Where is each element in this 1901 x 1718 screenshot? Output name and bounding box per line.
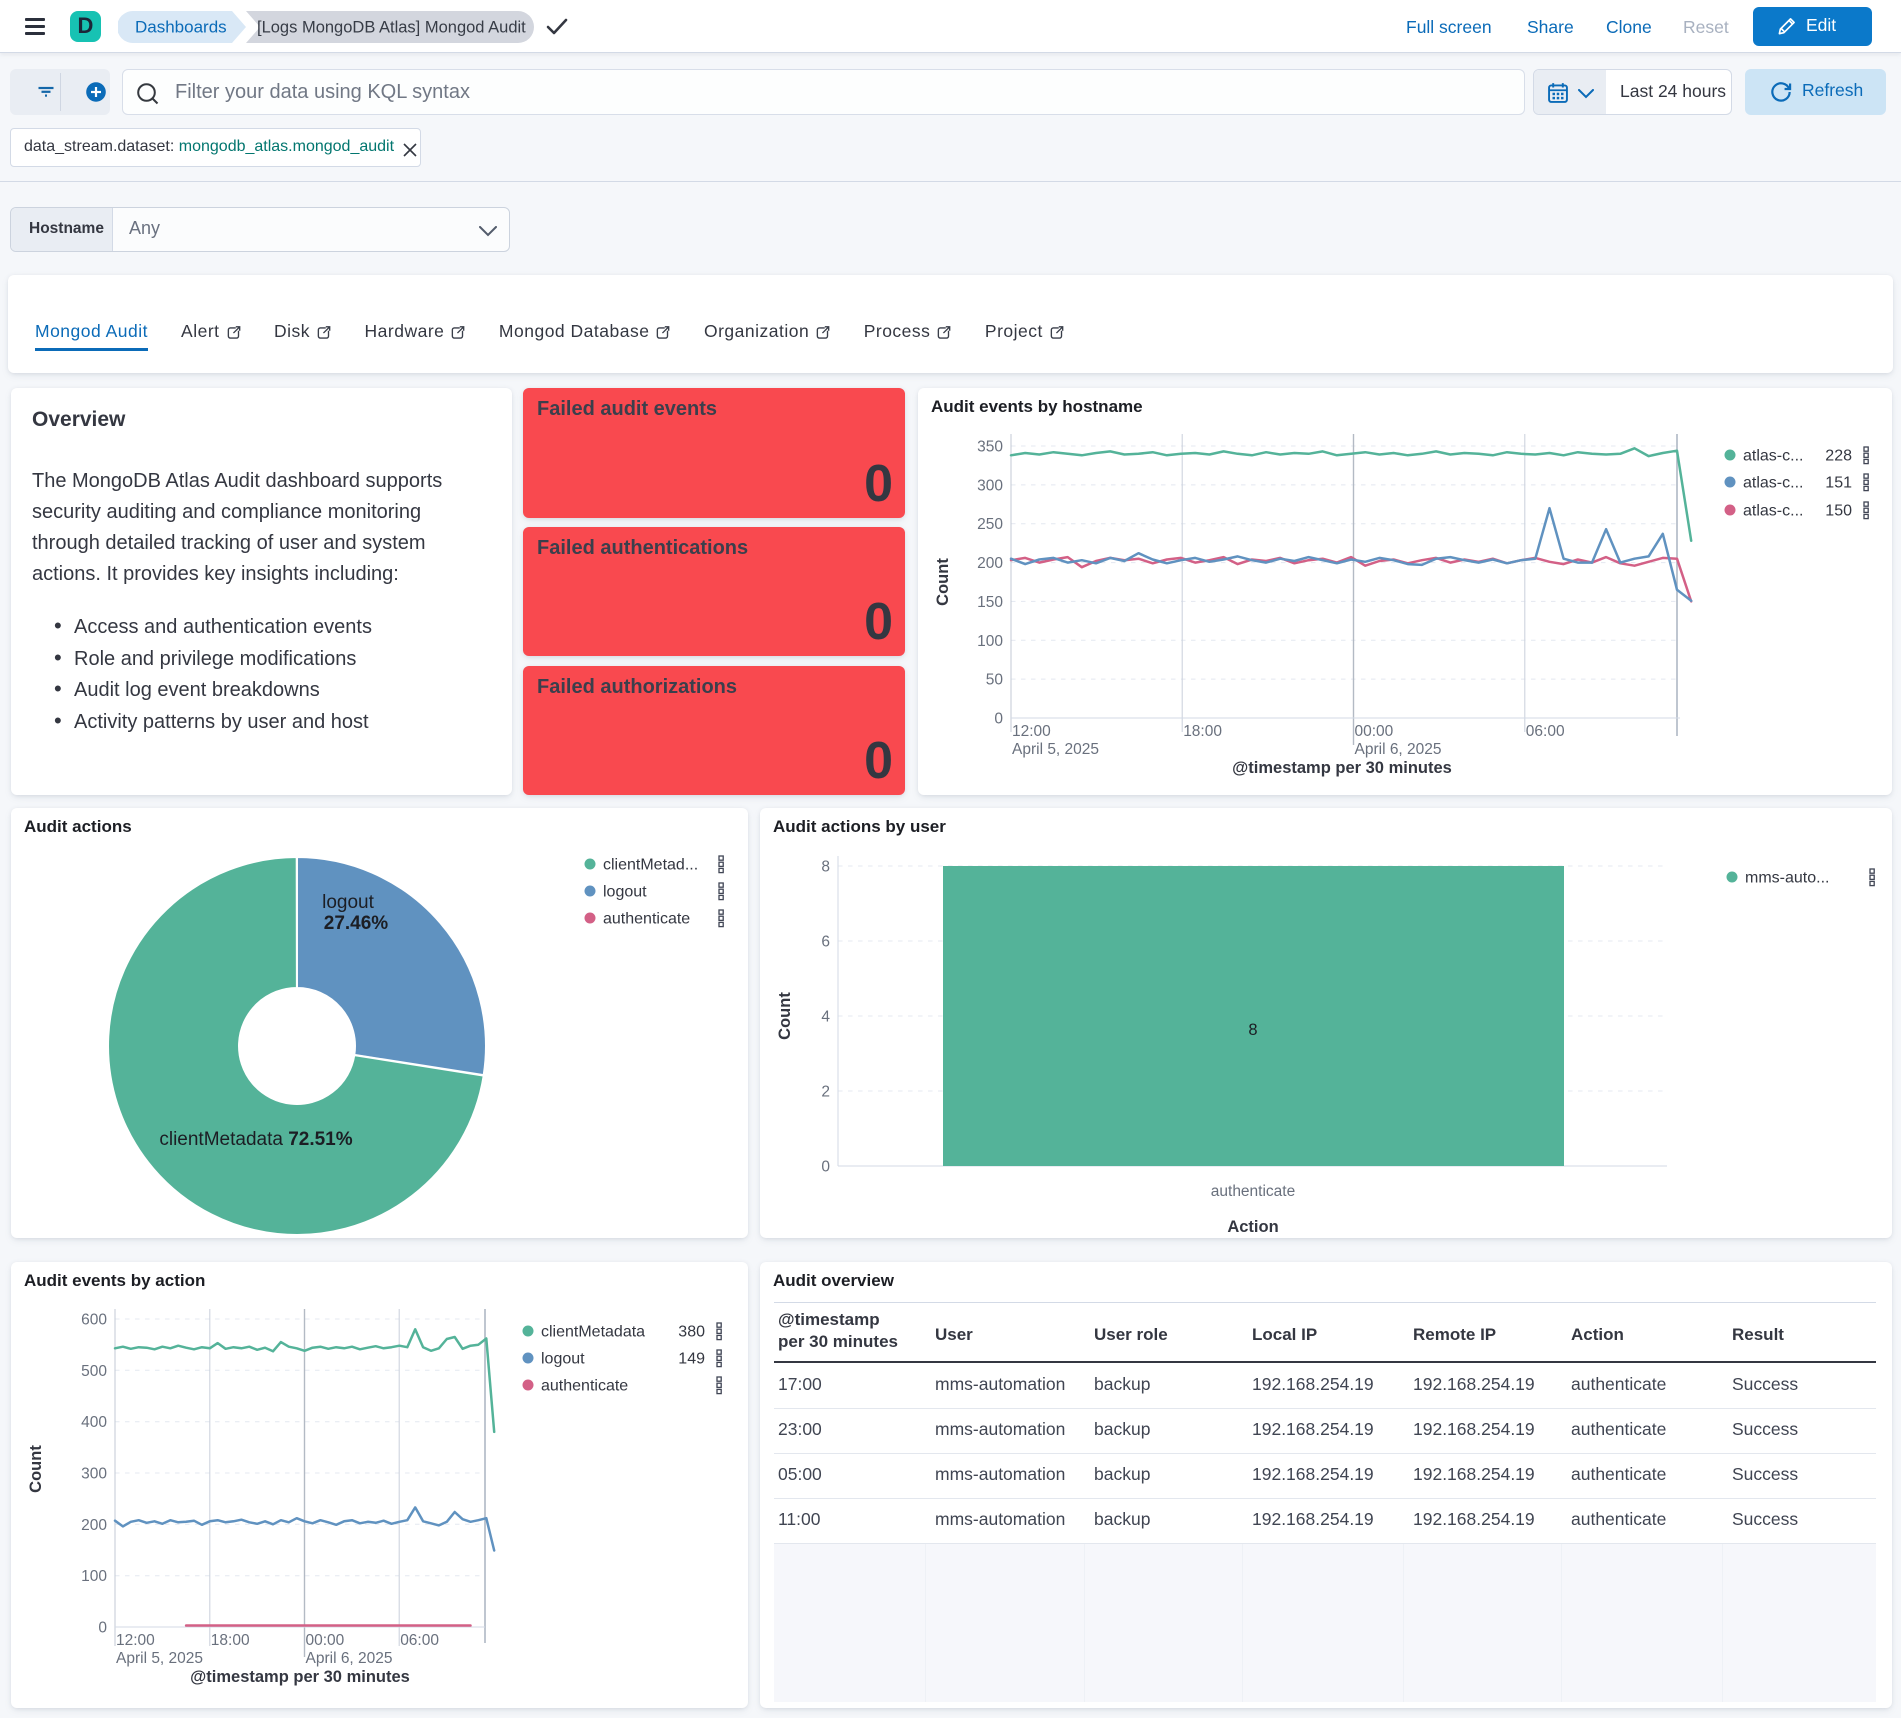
svg-text:clientMetad...: clientMetad... bbox=[603, 857, 698, 874]
svg-text:500: 500 bbox=[81, 1363, 107, 1380]
svg-text:April 5, 2025: April 5, 2025 bbox=[1012, 741, 1099, 758]
svg-text:April 6, 2025: April 6, 2025 bbox=[1355, 741, 1442, 758]
svg-text:18:00: 18:00 bbox=[1183, 723, 1222, 740]
svg-text:April 5, 2025: April 5, 2025 bbox=[116, 1650, 203, 1667]
svg-text:228: 228 bbox=[1825, 448, 1852, 465]
svg-text:Action: Action bbox=[1227, 1218, 1278, 1236]
svg-text:authenticate: authenticate bbox=[541, 1378, 628, 1395]
svg-text:atlas-c...: atlas-c... bbox=[1743, 503, 1803, 520]
svg-text:logout: logout bbox=[603, 884, 647, 901]
svg-text:600: 600 bbox=[81, 1312, 107, 1329]
svg-text:27.46%: 27.46% bbox=[324, 913, 389, 934]
svg-text:149: 149 bbox=[678, 1351, 705, 1368]
svg-text:250: 250 bbox=[977, 516, 1003, 533]
svg-text:300: 300 bbox=[81, 1466, 107, 1483]
svg-text:Dashboards: Dashboards bbox=[135, 18, 227, 37]
svg-text:151: 151 bbox=[1825, 475, 1852, 492]
svg-text:100: 100 bbox=[977, 633, 1003, 650]
svg-text:18:00: 18:00 bbox=[211, 1632, 250, 1649]
svg-text:mms-auto...: mms-auto... bbox=[1745, 870, 1829, 887]
svg-text:authenticate: authenticate bbox=[1211, 1183, 1295, 1200]
svg-text:authenticate: authenticate bbox=[603, 911, 690, 928]
svg-text:6: 6 bbox=[821, 934, 830, 951]
svg-text:logout: logout bbox=[541, 1351, 585, 1368]
svg-text:06:00: 06:00 bbox=[400, 1632, 439, 1649]
svg-text:clientMetadata 72.51%: clientMetadata 72.51% bbox=[159, 1129, 352, 1150]
svg-text:0: 0 bbox=[821, 1159, 830, 1176]
svg-text:Count: Count bbox=[776, 992, 794, 1040]
svg-text:Count: Count bbox=[934, 558, 952, 606]
svg-text:200: 200 bbox=[81, 1517, 107, 1534]
svg-text:00:00: 00:00 bbox=[306, 1632, 345, 1649]
svg-text:[Logs MongoDB Atlas] Mongod Au: [Logs MongoDB Atlas] Mongod Audit bbox=[257, 19, 526, 37]
svg-text:2: 2 bbox=[821, 1084, 830, 1101]
svg-text:April 6, 2025: April 6, 2025 bbox=[306, 1650, 393, 1667]
svg-text:logout: logout bbox=[322, 892, 374, 913]
svg-text:150: 150 bbox=[977, 594, 1003, 611]
svg-text:8: 8 bbox=[1248, 1021, 1257, 1039]
svg-text:300: 300 bbox=[977, 477, 1003, 494]
svg-text:06:00: 06:00 bbox=[1526, 723, 1565, 740]
svg-text:clientMetadata: clientMetadata bbox=[541, 1324, 645, 1341]
svg-text:@timestamp per 30 minutes: @timestamp per 30 minutes bbox=[190, 1668, 410, 1686]
svg-text:4: 4 bbox=[821, 1009, 830, 1026]
svg-text:12:00: 12:00 bbox=[1012, 723, 1051, 740]
svg-text:100: 100 bbox=[81, 1568, 107, 1585]
svg-text:atlas-c...: atlas-c... bbox=[1743, 475, 1803, 492]
svg-text:200: 200 bbox=[977, 555, 1003, 572]
svg-text:00:00: 00:00 bbox=[1355, 723, 1394, 740]
svg-text:150: 150 bbox=[1825, 503, 1852, 520]
svg-text:350: 350 bbox=[977, 439, 1003, 456]
svg-text:0: 0 bbox=[994, 711, 1003, 728]
svg-text:Count: Count bbox=[27, 1445, 45, 1493]
svg-text:50: 50 bbox=[986, 672, 1004, 689]
svg-text:atlas-c...: atlas-c... bbox=[1743, 448, 1803, 465]
svg-text:@timestamp per 30 minutes: @timestamp per 30 minutes bbox=[1232, 759, 1452, 777]
svg-text:12:00: 12:00 bbox=[116, 1632, 155, 1649]
svg-text:380: 380 bbox=[678, 1324, 705, 1341]
svg-text:400: 400 bbox=[81, 1414, 107, 1431]
svg-text:8: 8 bbox=[821, 859, 830, 876]
svg-text:0: 0 bbox=[98, 1620, 107, 1637]
